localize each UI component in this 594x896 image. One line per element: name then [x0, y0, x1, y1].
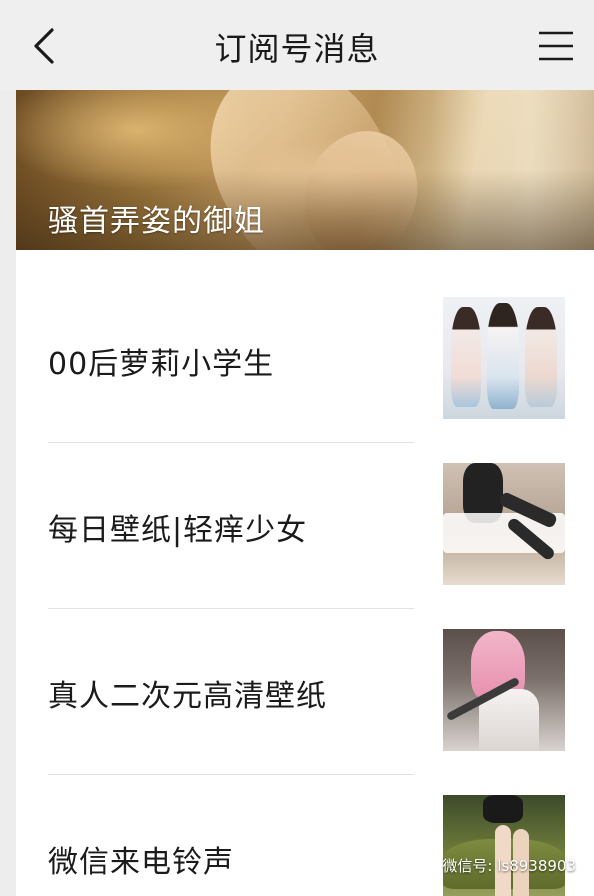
article-item[interactable]: 微信来电铃声 — [16, 774, 594, 896]
thumbnail-figure — [451, 307, 481, 407]
thumbnail-figure — [487, 303, 519, 409]
thumbnail-figure — [483, 795, 523, 823]
nav-bar: 订阅号消息 — [0, 0, 594, 90]
article-thumbnail — [443, 463, 565, 585]
article-title: 微信来电铃声 — [48, 845, 234, 880]
article-item[interactable]: 00后萝莉小学生 — [16, 272, 594, 438]
article-title: 00后萝莉小学生 — [48, 347, 275, 382]
watermark: 微信号: ls8938903 — [414, 855, 576, 876]
page-title: 订阅号消息 — [214, 30, 380, 68]
article-thumbnail — [443, 795, 565, 896]
article-thumbnail — [443, 297, 565, 419]
message-card: 骚首弄姿的御姐 00后萝莉小学生 每日壁纸|轻痒少女 真人二次元高清壁纸 微信来… — [16, 90, 594, 896]
subscription-messages-screen: 订阅号消息 骚首弄姿的御姐 00后萝莉小学生 每日壁纸|轻痒少女 真人二次元高清… — [0, 0, 594, 896]
banner-article[interactable]: 骚首弄姿的御姐 — [16, 90, 594, 250]
article-title: 每日壁纸|轻痒少女 — [48, 513, 308, 548]
wechat-logo-icon — [414, 856, 436, 874]
hamburger-menu-icon — [539, 31, 573, 61]
thumbnail-figure — [525, 307, 557, 407]
article-item[interactable]: 真人二次元高清壁纸 — [16, 608, 594, 774]
article-thumbnail — [443, 629, 565, 751]
article-title: 真人二次元高清壁纸 — [48, 679, 327, 714]
banner-title: 骚首弄姿的御姐 — [48, 204, 265, 239]
watermark-text: 微信号: ls8938903 — [442, 857, 576, 875]
article-item[interactable]: 每日壁纸|轻痒少女 — [16, 442, 594, 608]
menu-button[interactable] — [536, 26, 576, 66]
